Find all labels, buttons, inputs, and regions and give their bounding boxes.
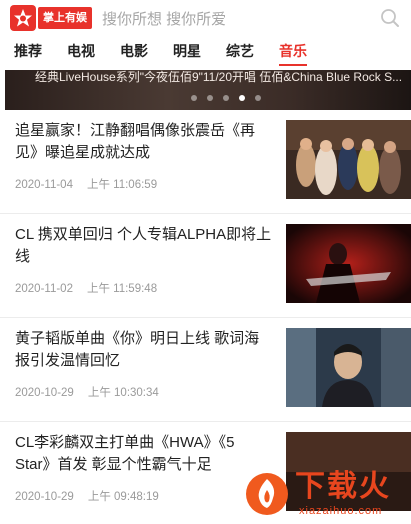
list-item[interactable]: 追星赢家！江静翻唱偶像张震岳《再见》曝追星成就达成 2020-11-04 上午 1…	[0, 110, 411, 214]
news-date: 2020-10-29	[15, 387, 74, 399]
news-time: 上午 11:06:59	[86, 179, 158, 191]
news-title[interactable]: 追星赢家！江静翻唱偶像张震岳《再见》曝追星成就达成	[15, 120, 273, 164]
news-time: 上午 09:48:19	[87, 491, 159, 503]
list-item[interactable]: CL 携双单回归 个人专辑ALPHA即将上线 2020-11-02 上午 11:5…	[0, 214, 411, 318]
tab-music[interactable]: 音乐	[279, 36, 307, 70]
news-title[interactable]: CL李彩麟双主打单曲《HWA》《5 Star》首发 彰显个性霸气十足	[15, 432, 273, 476]
search-icon[interactable]	[379, 7, 401, 29]
news-meta: 2020-11-02 上午 11:59:48	[15, 280, 157, 296]
news-meta: 2020-10-29 上午 09:48:19	[15, 488, 159, 504]
carousel-indicator	[191, 95, 271, 101]
tab-recommend[interactable]: 推荐	[14, 36, 42, 70]
watermark-title: 下载火	[295, 470, 391, 503]
news-thumbnail[interactable]	[286, 328, 411, 407]
tab-variety[interactable]: 综艺	[226, 36, 254, 70]
news-time: 上午 11:59:48	[86, 283, 158, 295]
category-tabs: 推荐 电视 电影 明星 综艺 音乐	[0, 36, 411, 70]
carousel-dot[interactable]	[223, 95, 229, 101]
tab-tv[interactable]: 电视	[67, 36, 95, 70]
news-thumbnail[interactable]	[286, 120, 411, 199]
news-thumbnail[interactable]	[286, 224, 411, 303]
logo-icon	[10, 5, 36, 31]
search-input[interactable]: 搜你所想 搜你所爱	[102, 4, 411, 32]
watermark-url: xiazaihuo.com	[299, 505, 383, 517]
news-title[interactable]: CL 携双单回归 个人专辑ALPHA即将上线	[15, 224, 273, 268]
logo-text: 掌上有娱	[38, 7, 92, 29]
tab-celebrity[interactable]: 明星	[173, 36, 201, 70]
banner-caption: 经典LiveHouse系列"今夜伍佰9"11/20开唱 伍佰&China Blu…	[35, 70, 403, 84]
search-placeholder: 搜你所想 搜你所爱	[102, 10, 227, 28]
carousel-dot-active[interactable]	[239, 95, 245, 101]
news-meta: 2020-11-04 上午 11:06:59	[15, 176, 157, 192]
news-date: 2020-11-04	[15, 179, 73, 191]
carousel-dot[interactable]	[191, 95, 197, 101]
carousel-dot[interactable]	[207, 95, 213, 101]
app-logo[interactable]: 掌上有娱	[10, 5, 92, 31]
news-date: 2020-10-29	[15, 491, 74, 503]
site-watermark: 下载火 xiazaihuo.com	[243, 468, 408, 520]
tab-movie[interactable]: 电影	[120, 36, 148, 70]
news-time: 上午 10:30:34	[87, 387, 159, 399]
carousel-dot[interactable]	[255, 95, 261, 101]
news-meta: 2020-10-29 上午 10:30:34	[15, 384, 159, 400]
banner-carousel[interactable]: 经典LiveHouse系列"今夜伍佰9"11/20开唱 伍佰&China Blu…	[5, 70, 411, 110]
top-header: 掌上有娱 搜你所想 搜你所爱	[0, 0, 411, 36]
news-title[interactable]: 黄子韬版单曲《你》明日上线 歌词海报引发温情回忆	[15, 328, 273, 372]
news-date: 2020-11-02	[15, 283, 73, 295]
list-item[interactable]: 黄子韬版单曲《你》明日上线 歌词海报引发温情回忆 2020-10-29 上午 10…	[0, 318, 411, 422]
